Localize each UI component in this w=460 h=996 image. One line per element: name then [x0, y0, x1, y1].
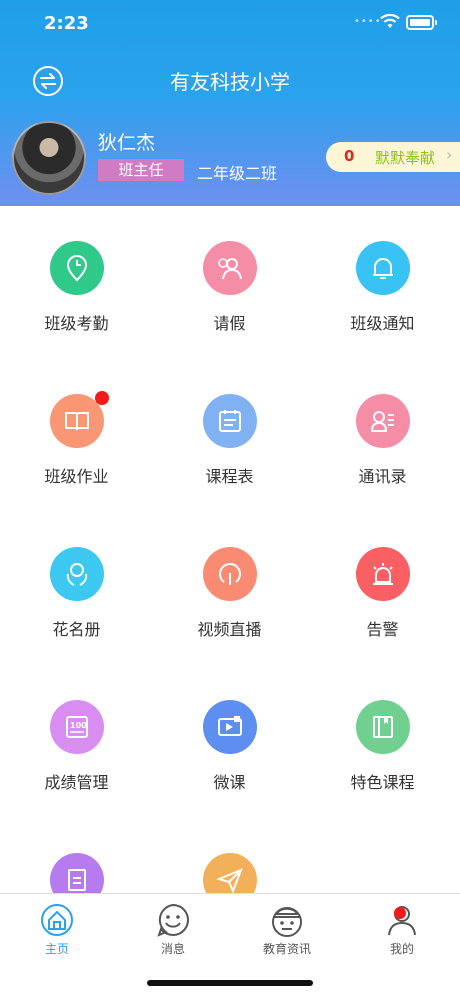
grid-label: 特色课程 [350, 773, 415, 792]
tab-label: 教育资讯 [262, 942, 311, 956]
grid-label: 请假 [213, 314, 246, 333]
grid-item-scores[interactable]: 100 成绩管理 [0, 700, 153, 810]
tab-label: 消息 [160, 942, 185, 956]
grid-item-roster[interactable]: 花名册 [0, 547, 153, 657]
contribution-label: 默默奉献 [375, 149, 436, 167]
tab-label: 主页 [44, 942, 69, 956]
tab-label: 我的 [389, 942, 414, 956]
grid-item-featured-course[interactable]: 特色课程 [306, 700, 459, 810]
role-badge: 班主任 [98, 159, 184, 181]
grid-item-notice[interactable]: 班级通知 [306, 241, 459, 351]
live-icon [203, 547, 257, 601]
grid-label: 告警 [366, 620, 399, 639]
tab-home[interactable]: 主页 [17, 902, 97, 962]
contacts-icon [356, 394, 410, 448]
news-icon [272, 907, 302, 937]
notification-badge [95, 391, 109, 405]
grid-item-live[interactable]: 视频直播 [153, 547, 306, 657]
score-icon: 100 [50, 700, 104, 754]
class-name: 二年级二班 [197, 164, 278, 183]
grid-label: 班级通知 [350, 314, 415, 333]
video-course-icon [203, 700, 257, 754]
grid-label: 课程表 [205, 467, 254, 486]
contribution-button[interactable]: 0 默默奉献 › [326, 142, 460, 172]
wifi-icon [380, 14, 400, 28]
alarm-icon [356, 547, 410, 601]
avatar[interactable] [12, 121, 86, 195]
status-bar: 2:23 •••• [0, 0, 460, 50]
grid-item-leave[interactable]: 请假 [153, 241, 306, 351]
grid-label: 班级作业 [44, 467, 109, 486]
grid-item-microcourse[interactable]: 微课 [153, 700, 306, 810]
grid-label: 视频直播 [197, 620, 262, 639]
chevron-right-icon: › [446, 145, 453, 164]
user-name: 狄仁杰 [98, 132, 156, 154]
notification-badge [394, 907, 406, 919]
status-time: 2:23 [44, 13, 89, 34]
home-indicator [147, 980, 313, 986]
grid-label: 成绩管理 [44, 773, 109, 792]
clock-pin-icon [50, 241, 104, 295]
svg-text:100: 100 [70, 721, 87, 730]
tab-mine[interactable]: 我的 [362, 902, 442, 962]
grid-label: 通讯录 [358, 467, 407, 486]
page-title: 有友科技小学 [170, 70, 290, 94]
tab-education-news[interactable]: 教育资讯 [247, 902, 327, 962]
feature-book-icon [356, 700, 410, 754]
signal-icon: •••• [354, 16, 382, 27]
person-clock-icon [203, 241, 257, 295]
grid-item-timetable[interactable]: 课程表 [153, 394, 306, 504]
calendar-icon [203, 394, 257, 448]
grid-item-alarm[interactable]: 告警 [306, 547, 459, 657]
grid-label: 微课 [213, 773, 246, 792]
roster-icon [50, 547, 104, 601]
tab-messages[interactable]: 消息 [133, 902, 213, 962]
grid-item-contacts[interactable]: 通讯录 [306, 394, 459, 504]
grid-item-homework[interactable]: 班级作业 [0, 391, 153, 504]
grid-item-attendance[interactable]: 班级考勤 [0, 241, 153, 351]
contribution-count: 0 [344, 147, 355, 165]
header-banner: 2:23 •••• 有友科技小学 狄仁杰 班主任 二年级二班 0 默默奉献 › [0, 0, 460, 206]
grid-label: 花名册 [52, 620, 101, 639]
grid-label: 班级考勤 [44, 314, 109, 333]
smile-message-icon [157, 903, 189, 937]
bell-icon [356, 241, 410, 295]
home-icon [41, 904, 73, 936]
battery-icon [406, 15, 437, 30]
